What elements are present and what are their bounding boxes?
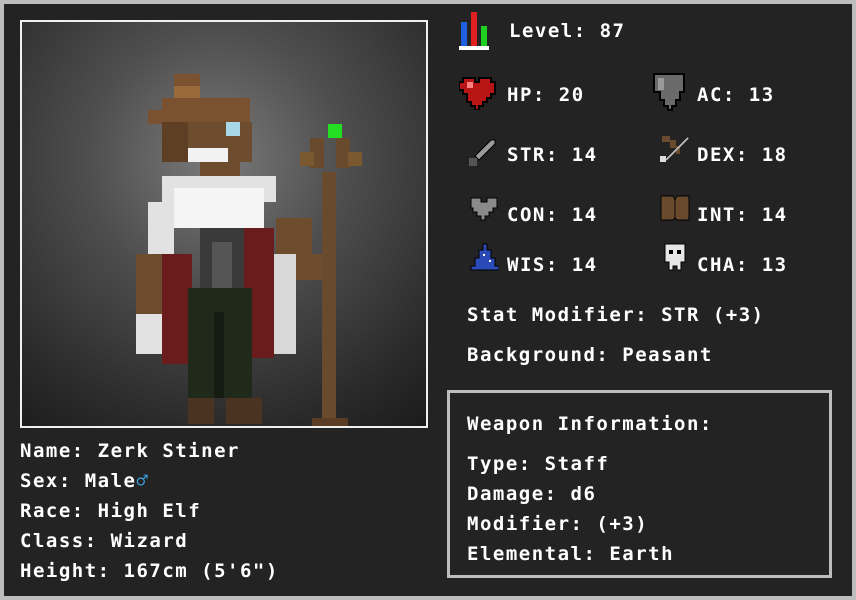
weapon-type-value: Staff (544, 453, 610, 475)
wis-row: WIS: 14 (507, 254, 598, 276)
race-label: Race: (20, 500, 85, 522)
mask-icon (664, 243, 686, 271)
background-row: Background: Peasant (467, 344, 713, 366)
grey-heart-icon (470, 197, 498, 221)
weapon-modifier-value: (+3) (596, 513, 649, 535)
character-sprite (136, 74, 362, 426)
cha-label: CHA: (697, 254, 749, 276)
con-row: CON: 14 (507, 204, 598, 226)
height-value: 167cm (5'6") (123, 560, 279, 582)
shield-icon (653, 73, 685, 111)
class-label: Class: (20, 530, 98, 552)
stat-modifier-value: STR (+3) (661, 304, 765, 326)
background-label: Background: (467, 344, 610, 366)
cha-value: 13 (761, 254, 788, 276)
male-symbol-icon: ♂ (136, 470, 150, 492)
character-sheet: Name: Zerk Stiner Sex: Male♂ Race: High … (0, 0, 856, 600)
background-value: Peasant (622, 344, 713, 366)
heart-icon (459, 77, 496, 110)
name-label: Name: (20, 440, 85, 462)
name-value: Zerk Stiner (97, 440, 240, 462)
ac-value: 13 (748, 84, 775, 106)
weapon-damage-row: Damage: d6 (467, 483, 596, 505)
str-value: 14 (571, 144, 598, 166)
dex-value: 18 (761, 144, 788, 166)
class-row: Class: Wizard (20, 530, 188, 552)
level-label: Level: (509, 20, 587, 42)
hp-label: HP: (507, 84, 546, 106)
dex-label: DEX: (697, 144, 749, 166)
character-portrait (20, 20, 428, 428)
ac-row: AC: 13 (697, 84, 775, 106)
str-label: STR: (507, 144, 559, 166)
weapon-damage-value: d6 (570, 483, 597, 505)
int-label: INT: (697, 204, 749, 226)
name-row: Name: Zerk Stiner (20, 440, 240, 462)
int-value: 14 (761, 204, 788, 226)
sword-icon (469, 139, 496, 166)
stat-modifier-row: Stat Modifier: STR (+3) (467, 304, 765, 326)
wis-label: WIS: (507, 254, 559, 276)
weapon-info-title: Weapon Information: (467, 413, 713, 435)
sex-label: Sex: (20, 470, 72, 492)
dex-row: DEX: 18 (697, 144, 788, 166)
weapon-type-label: Type: (467, 453, 532, 475)
race-row: Race: High Elf (20, 500, 201, 522)
height-row: Height: 167cm (5'6") (20, 560, 279, 582)
wizard-hat-icon (470, 243, 499, 271)
race-value: High Elf (97, 500, 202, 522)
weapon-modifier-row: Modifier: (+3) (467, 513, 648, 535)
height-label: Height: (20, 560, 111, 582)
ac-label: AC: (697, 84, 736, 106)
hp-row: HP: 20 (507, 84, 585, 106)
wis-value: 14 (571, 254, 598, 276)
book-icon (660, 195, 690, 221)
sex-value: Male (84, 470, 137, 492)
con-value: 14 (571, 204, 598, 226)
weapon-elemental-value: Earth (609, 543, 675, 565)
hp-value: 20 (558, 84, 585, 106)
weapon-info-panel: Weapon Information: Type: Staff Damage: … (447, 390, 832, 578)
sex-row: Sex: Male♂ (20, 470, 149, 492)
weapon-elemental-label: Elemental: (467, 543, 597, 565)
weapon-damage-label: Damage: (467, 483, 558, 505)
stat-modifier-label: Stat Modifier: (467, 304, 649, 326)
bar-chart-icon (459, 12, 489, 50)
weapon-modifier-label: Modifier: (467, 513, 584, 535)
cha-row: CHA: 13 (697, 254, 788, 276)
con-label: CON: (507, 204, 559, 226)
bow-icon (660, 136, 689, 162)
str-row: STR: 14 (507, 144, 598, 166)
weapon-type-row: Type: Staff (467, 453, 609, 475)
weapon-elemental-row: Elemental: Earth (467, 543, 674, 565)
level-row: Level: 87 (509, 20, 625, 42)
int-row: INT: 14 (697, 204, 788, 226)
class-value: Wizard (110, 530, 189, 552)
level-value: 87 (599, 20, 626, 42)
